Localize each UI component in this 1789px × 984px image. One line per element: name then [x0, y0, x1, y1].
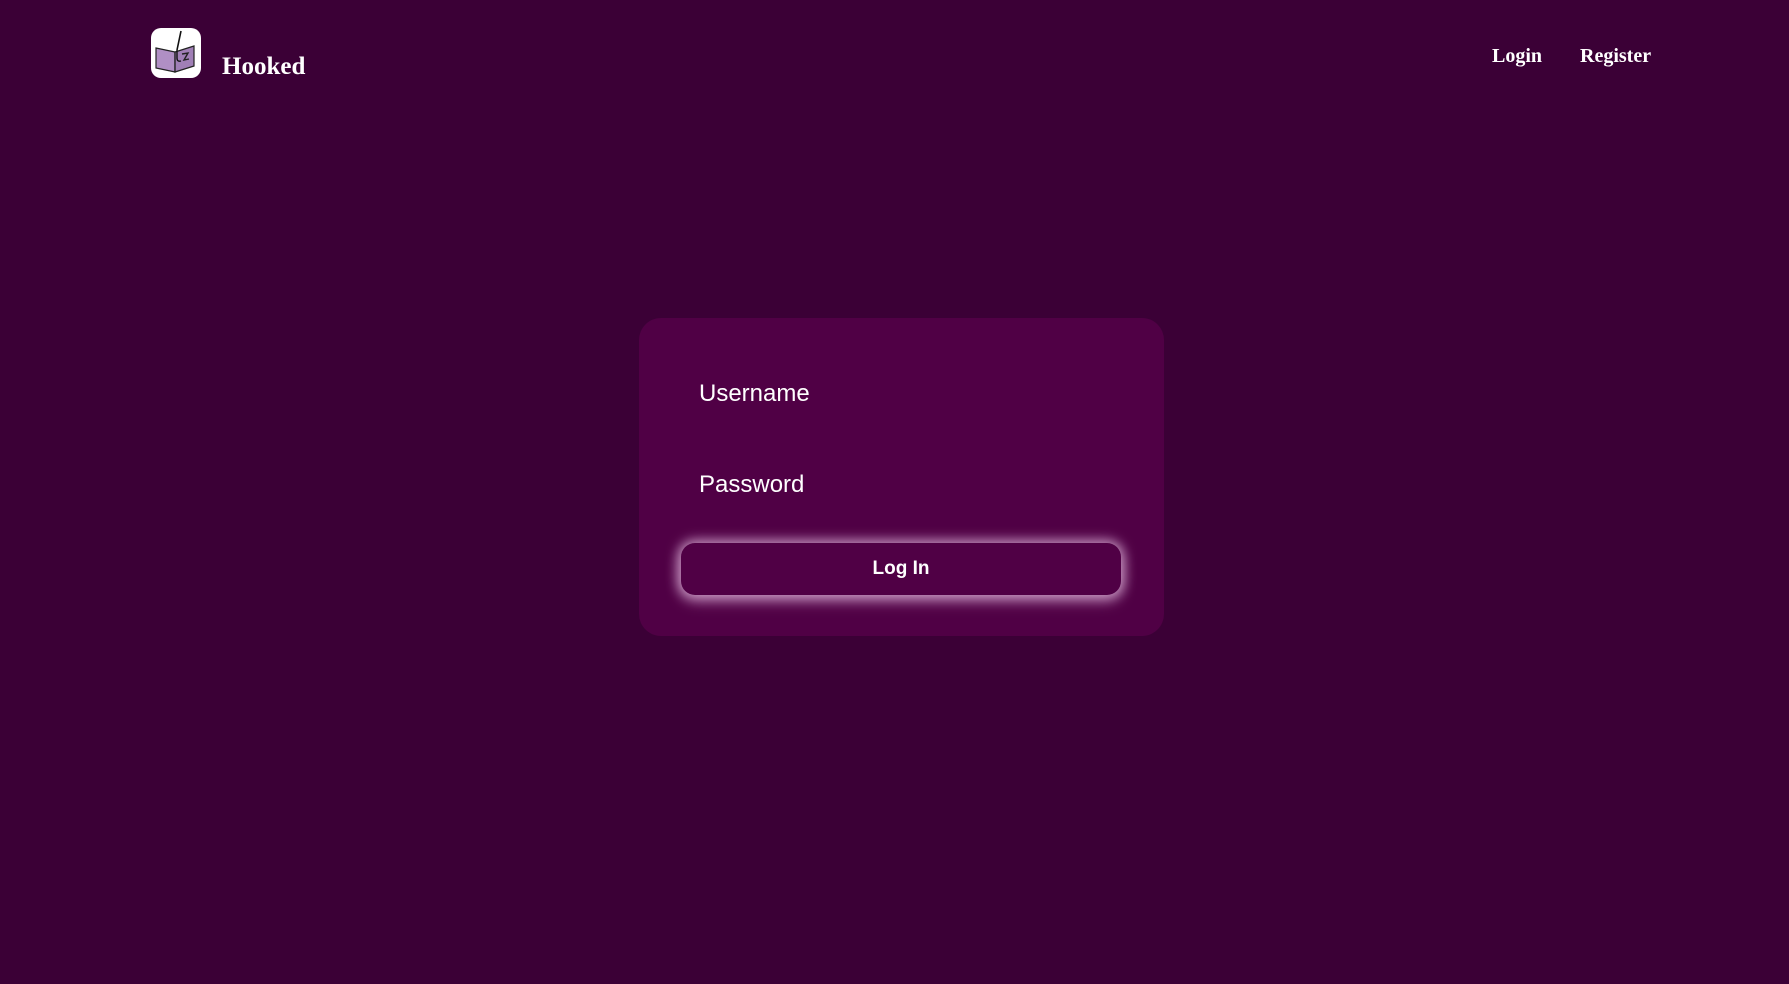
logo[interactable]: [151, 28, 201, 78]
login-page: Hooked Login Register Log In: [0, 0, 1789, 984]
nav-register-link[interactable]: Register: [1580, 44, 1651, 68]
login-card: Log In: [639, 318, 1164, 636]
book-fishing-hook-icon: [155, 30, 195, 73]
nav-login-link[interactable]: Login: [1492, 44, 1542, 68]
login-button[interactable]: Log In: [681, 543, 1121, 595]
password-input[interactable]: [699, 465, 1099, 505]
brand-name[interactable]: Hooked: [222, 52, 305, 82]
username-input[interactable]: [699, 374, 1099, 414]
